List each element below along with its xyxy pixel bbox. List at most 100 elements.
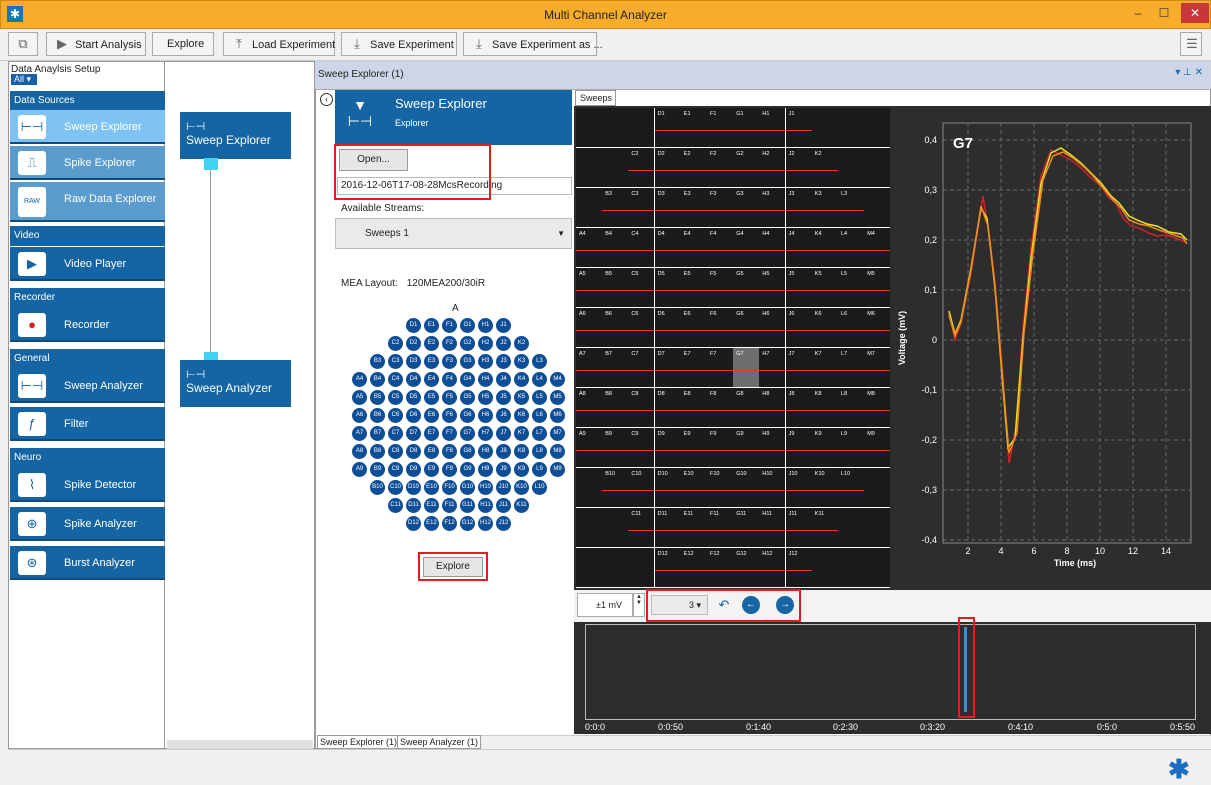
channel-cell-g3[interactable]: G3 (733, 188, 760, 227)
channel-cell-a6[interactable]: A6 (576, 308, 602, 347)
electrode-b4[interactable]: B4 (370, 372, 385, 387)
layout-button[interactable]: ⧉ (8, 32, 38, 56)
channel-cell-b8[interactable]: B8 (602, 388, 629, 427)
channel-cell-h7[interactable]: H7 (759, 348, 786, 387)
channel-cell-e7[interactable]: E7 (680, 348, 707, 387)
electrode-h11[interactable]: H11 (478, 498, 493, 513)
electrode-b6[interactable]: B6 (370, 408, 385, 423)
module-filter[interactable]: ƒ Filter (10, 407, 169, 441)
electrode-f11[interactable]: F11 (442, 498, 457, 513)
electrode-k10[interactable]: K10 (514, 480, 529, 495)
electrode-e2[interactable]: E2 (424, 336, 439, 351)
channel-cell-f12[interactable]: F12 (707, 548, 733, 587)
electrode-j3[interactable]: J3 (496, 354, 511, 369)
electrode-j9[interactable]: J9 (496, 462, 511, 477)
channel-cell-c6[interactable]: C6 (628, 308, 655, 347)
electrode-a9[interactable]: A9 (352, 462, 367, 477)
channel-cell-f10[interactable]: F10 (707, 468, 733, 507)
tab-sweep-analyzer[interactable]: Sweep Analyzer (1) (397, 735, 482, 749)
channel-cell-h8[interactable]: H8 (759, 388, 786, 427)
channel-cell-h12[interactable]: H12 (759, 548, 786, 587)
electrode-b9[interactable]: B9 (370, 462, 385, 477)
electrode-j11[interactable]: J11 (496, 498, 511, 513)
channel-cell-k4[interactable]: K4 (811, 228, 838, 267)
channel-cell-j10[interactable]: J10 (785, 468, 812, 507)
channel-cell-h5[interactable]: H5 (759, 268, 786, 307)
channel-cell-c3[interactable]: C3 (628, 188, 655, 227)
channel-cell-e1[interactable]: E1 (680, 108, 707, 147)
channel-cell-l8[interactable]: L8 (838, 388, 864, 427)
channel-cell-e3[interactable]: E3 (680, 188, 707, 227)
channel-cell-l9[interactable]: L9 (838, 428, 864, 467)
electrode-l7[interactable]: L7 (532, 426, 547, 441)
electrode-h3[interactable]: H3 (478, 354, 493, 369)
channel-cell-l10[interactable]: L10 (838, 468, 864, 507)
pipeline-node-sweep-analyzer[interactable]: ⊢⊣ Sweep Analyzer (180, 360, 291, 407)
channel-cell-j3[interactable]: J3 (785, 188, 812, 227)
electrode-k7[interactable]: K7 (514, 426, 529, 441)
channel-cell-g2[interactable]: G2 (733, 148, 760, 187)
output-connector[interactable] (204, 158, 218, 170)
electrode-h7[interactable]: H7 (478, 426, 493, 441)
channel-cell-e4[interactable]: E4 (680, 228, 707, 267)
electrode-k8[interactable]: K8 (514, 444, 529, 459)
electrode-h2[interactable]: H2 (478, 336, 493, 351)
electrode-k4[interactable]: K4 (514, 372, 529, 387)
channel-cell-b7[interactable]: B7 (602, 348, 629, 387)
channel-cell-d7[interactable]: D7 (654, 348, 681, 387)
channel-cell-m8[interactable]: M8 (864, 388, 890, 427)
electrode-f3[interactable]: F3 (442, 354, 457, 369)
channel-cell-d2[interactable]: D2 (654, 148, 681, 187)
channel-cell-b5[interactable]: B5 (602, 268, 629, 307)
electrode-g6[interactable]: G6 (460, 408, 475, 423)
channel-cell-g4[interactable]: G4 (733, 228, 760, 267)
electrode-k9[interactable]: K9 (514, 462, 529, 477)
channel-cell-a7[interactable]: A7 (576, 348, 602, 387)
electrode-j10[interactable]: J10 (496, 480, 511, 495)
channel-cell-b6[interactable]: B6 (602, 308, 629, 347)
channel-cell-d11[interactable]: D11 (654, 508, 681, 547)
collapse-button[interactable]: ‹ (320, 93, 333, 106)
channel-cell-k7[interactable]: K7 (811, 348, 838, 387)
electrode-g9[interactable]: G9 (460, 462, 475, 477)
electrode-j12[interactable]: J12 (496, 516, 511, 531)
electrode-b8[interactable]: B8 (370, 444, 385, 459)
channel-cell-f6[interactable]: F6 (707, 308, 733, 347)
electrode-m6[interactable]: M6 (550, 408, 565, 423)
channel-cell-g11[interactable]: G11 (733, 508, 760, 547)
maximize-button[interactable]: ☐ (1151, 4, 1177, 22)
channel-cell-c4[interactable]: C4 (628, 228, 655, 267)
channel-cell-b9[interactable]: B9 (602, 428, 629, 467)
electrode-d7[interactable]: D7 (406, 426, 421, 441)
filter-dropdown[interactable]: All ▾ (11, 74, 37, 85)
electrode-e9[interactable]: E9 (424, 462, 439, 477)
electrode-h1[interactable]: H1 (478, 318, 493, 333)
tab-sweep-explorer[interactable]: Sweep Explorer (1) (317, 735, 401, 749)
electrode-l9[interactable]: L9 (532, 462, 547, 477)
channel-cell-j5[interactable]: J5 (785, 268, 812, 307)
module-spike-analyzer[interactable]: ⊕ Spike Analyzer (10, 507, 169, 541)
electrode-c8[interactable]: C8 (388, 444, 403, 459)
electrode-h10[interactable]: H10 (478, 480, 493, 495)
channel-cell-e5[interactable]: E5 (680, 268, 707, 307)
electrode-d8[interactable]: D8 (406, 444, 421, 459)
electrode-h8[interactable]: H8 (478, 444, 493, 459)
channel-cell-g7[interactable]: G7 (733, 348, 760, 387)
range-stepper[interactable]: ▲ ▼ (633, 593, 645, 617)
explore-button[interactable]: Explore (152, 32, 214, 56)
channel-cell-g12[interactable]: G12 (733, 548, 760, 587)
channel-cell-e10[interactable]: E10 (680, 468, 707, 507)
channel-cell-l5[interactable]: L5 (838, 268, 864, 307)
channel-cell-j8[interactable]: J8 (785, 388, 812, 427)
module-spike-explorer[interactable]: ⎍ Spike Explorer (10, 146, 169, 180)
channel-cell-e9[interactable]: E9 (680, 428, 707, 467)
channel-cell-e12[interactable]: E12 (680, 548, 707, 587)
channel-cell-f8[interactable]: F8 (707, 388, 733, 427)
menu-button[interactable]: ☰ (1180, 32, 1202, 56)
channel-cell-j2[interactable]: J2 (785, 148, 812, 187)
mv-range-field[interactable]: ±1 mV (577, 593, 633, 617)
electrode-g2[interactable]: G2 (460, 336, 475, 351)
channel-cell-d9[interactable]: D9 (654, 428, 681, 467)
electrode-k3[interactable]: K3 (514, 354, 529, 369)
channel-cell-c7[interactable]: C7 (628, 348, 655, 387)
